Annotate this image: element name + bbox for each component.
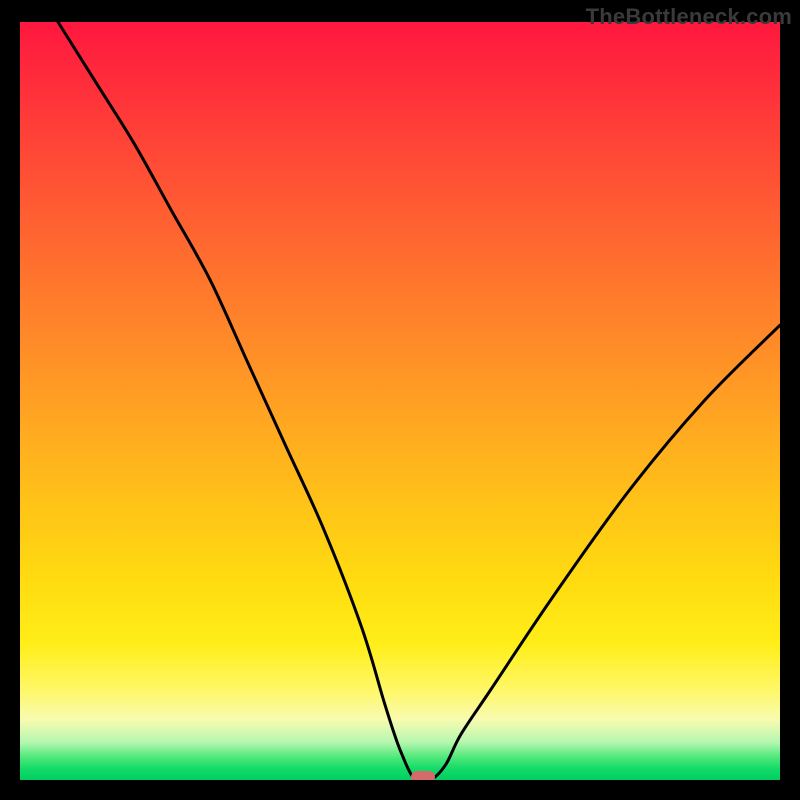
curve-path — [58, 22, 780, 780]
bottleneck-curve — [20, 22, 780, 780]
chart-frame: TheBottleneck.com — [0, 0, 800, 800]
watermark-label: TheBottleneck.com — [586, 4, 792, 30]
optimal-point-marker — [411, 771, 435, 780]
plot-area — [20, 22, 780, 780]
